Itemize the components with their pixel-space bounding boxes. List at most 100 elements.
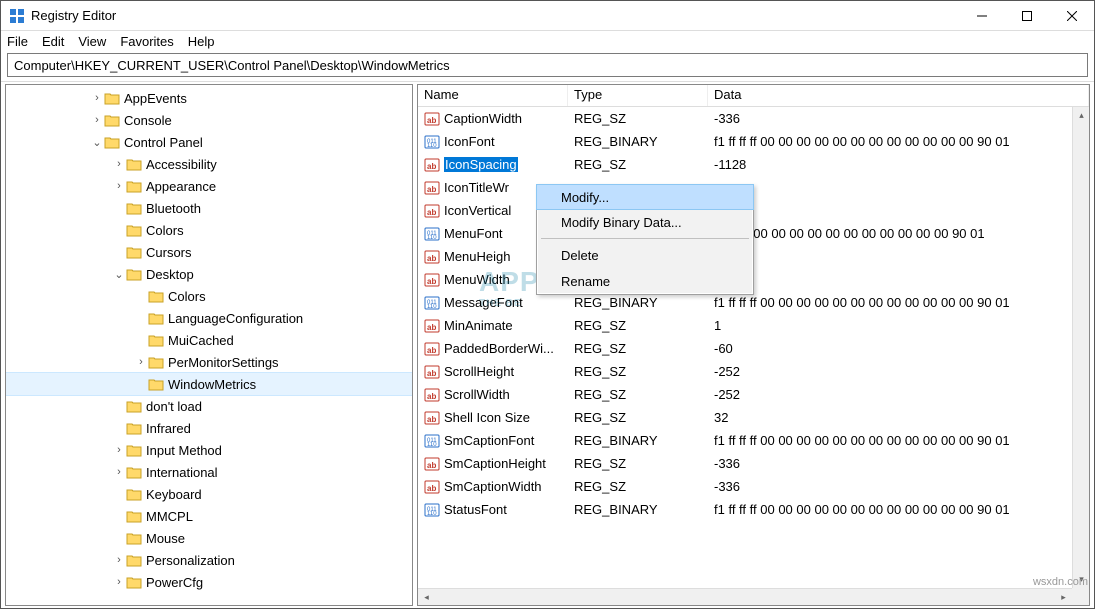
col-header-name[interactable]: Name — [418, 85, 568, 106]
value-data: -60 — [708, 341, 1089, 356]
folder-icon — [126, 399, 142, 413]
menu-view[interactable]: View — [78, 34, 106, 49]
expand-icon[interactable]: › — [112, 576, 126, 588]
svg-text:110: 110 — [427, 511, 437, 517]
binary-value-icon: 011110 — [424, 433, 440, 449]
tree-item-appearance[interactable]: ›Appearance — [6, 175, 412, 197]
tree-item-colors[interactable]: Colors — [6, 285, 412, 307]
value-row[interactable]: abIconSpacingREG_SZ-1128 — [418, 153, 1089, 176]
tree-item-label: Colors — [146, 223, 184, 238]
scroll-up-icon[interactable]: ▴ — [1073, 107, 1090, 124]
menu-edit[interactable]: Edit — [42, 34, 64, 49]
expand-icon[interactable]: › — [112, 180, 126, 192]
menu-file[interactable]: File — [7, 34, 28, 49]
tree-item-cursors[interactable]: Cursors — [6, 241, 412, 263]
ctx-modify-binary-data[interactable]: Modify Binary Data... — [537, 209, 753, 235]
tree-item-control-panel[interactable]: ⌄Control Panel — [6, 131, 412, 153]
value-data: -336 — [708, 456, 1089, 471]
expand-icon[interactable]: › — [134, 356, 148, 368]
tree-item-accessibility[interactable]: ›Accessibility — [6, 153, 412, 175]
tree-item-mouse[interactable]: Mouse — [6, 527, 412, 549]
maximize-button[interactable] — [1004, 1, 1049, 30]
value-row[interactable]: abScrollWidthREG_SZ-252 — [418, 383, 1089, 406]
scroll-corner — [1072, 588, 1089, 605]
expand-icon[interactable]: › — [112, 444, 126, 456]
ctx-modify[interactable]: Modify... — [536, 184, 754, 210]
close-button[interactable] — [1049, 1, 1094, 30]
tree-item-powercfg[interactable]: › PowerCfg — [6, 571, 412, 593]
value-type: REG_SZ — [568, 157, 708, 172]
string-value-icon: ab — [424, 111, 440, 127]
svg-text:ab: ab — [427, 323, 436, 332]
value-row[interactable]: abSmCaptionWidthREG_SZ-336 — [418, 475, 1089, 498]
value-row[interactable]: 011110StatusFontREG_BINARYf1 ff ff ff 00… — [418, 498, 1089, 521]
vertical-scrollbar[interactable]: ▴ ▾ — [1072, 107, 1089, 588]
expand-icon[interactable]: › — [112, 554, 126, 566]
body-split: ›AppEvents›Console⌄Control Panel›Accessi… — [1, 81, 1094, 608]
folder-icon — [126, 509, 142, 523]
value-row[interactable]: abCaptionWidthREG_SZ-336 — [418, 107, 1089, 130]
expand-icon[interactable]: ⌄ — [112, 268, 126, 281]
tree-item-label: LanguageConfiguration — [168, 311, 303, 326]
svg-text:ab: ab — [427, 116, 436, 125]
value-row[interactable]: abMinAnimateREG_SZ1 — [418, 314, 1089, 337]
tree-item-languageconfiguration[interactable]: LanguageConfiguration — [6, 307, 412, 329]
string-value-icon: ab — [424, 387, 440, 403]
list-pane: Name Type Data abCaptionWidthREG_SZ-3360… — [417, 84, 1090, 606]
tree-item-desktop[interactable]: ⌄Desktop — [6, 263, 412, 285]
folder-icon — [148, 289, 164, 303]
value-row[interactable]: abShell Icon SizeREG_SZ32 — [418, 406, 1089, 429]
value-row[interactable]: abScrollHeightREG_SZ-252 — [418, 360, 1089, 383]
tree-item-windowmetrics[interactable]: WindowMetrics — [6, 373, 412, 395]
tree-item-infrared[interactable]: Infrared — [6, 417, 412, 439]
svg-text:ab: ab — [427, 208, 436, 217]
col-header-type[interactable]: Type — [568, 85, 708, 106]
tree-item-label: PowerCfg — [146, 575, 203, 590]
value-row[interactable]: 011110SmCaptionFontREG_BINARYf1 ff ff ff… — [418, 429, 1089, 452]
address-bar[interactable]: Computer\HKEY_CURRENT_USER\Control Panel… — [7, 53, 1088, 77]
tree-item-label: Console — [124, 113, 172, 128]
tree-item-international[interactable]: ›International — [6, 461, 412, 483]
tree-item-label: MuiCached — [168, 333, 234, 348]
tree-item-input-method[interactable]: ›Input Method — [6, 439, 412, 461]
minimize-button[interactable] — [959, 1, 1004, 30]
value-row[interactable]: abSmCaptionHeightREG_SZ-336 — [418, 452, 1089, 475]
binary-value-icon: 011110 — [424, 295, 440, 311]
scroll-right-icon[interactable]: ▸ — [1055, 589, 1072, 606]
tree-item-don-t-load[interactable]: don't load — [6, 395, 412, 417]
string-value-icon: ab — [424, 479, 440, 495]
expand-icon[interactable]: › — [90, 92, 104, 104]
string-value-icon: ab — [424, 364, 440, 380]
scroll-left-icon[interactable]: ◂ — [418, 589, 435, 606]
tree-item-bluetooth[interactable]: Bluetooth — [6, 197, 412, 219]
expand-icon[interactable]: › — [112, 158, 126, 170]
tree-item-permonitorsettings[interactable]: › PerMonitorSettings — [6, 351, 412, 373]
folder-icon — [104, 91, 120, 105]
value-data: f1 ff ff ff 00 00 00 00 00 00 00 00 00 0… — [708, 433, 1089, 448]
tree-item-colors[interactable]: Colors — [6, 219, 412, 241]
expand-icon[interactable]: › — [112, 466, 126, 478]
expand-icon[interactable]: ⌄ — [90, 136, 104, 149]
folder-icon — [126, 223, 142, 237]
ctx-delete[interactable]: Delete — [537, 242, 753, 268]
tree-item-appevents[interactable]: ›AppEvents — [6, 87, 412, 109]
ctx-rename[interactable]: Rename — [537, 268, 753, 294]
tree-item-label: PerMonitorSettings — [168, 355, 279, 370]
string-value-icon: ab — [424, 410, 440, 426]
tree-item-console[interactable]: › Console — [6, 109, 412, 131]
value-row[interactable]: abPaddedBorderWi...REG_SZ-60 — [418, 337, 1089, 360]
tree-item-mmcpl[interactable]: MMCPL — [6, 505, 412, 527]
expand-icon[interactable]: › — [90, 114, 104, 126]
menu-help[interactable]: Help — [188, 34, 215, 49]
col-header-data[interactable]: Data — [708, 85, 1089, 106]
tree-item-personalization[interactable]: › Personalization — [6, 549, 412, 571]
tree-pane[interactable]: ›AppEvents›Console⌄Control Panel›Accessi… — [5, 84, 413, 606]
horizontal-scrollbar[interactable]: ◂ ▸ — [418, 588, 1072, 605]
tree-item-keyboard[interactable]: Keyboard — [6, 483, 412, 505]
menu-favorites[interactable]: Favorites — [120, 34, 173, 49]
value-row[interactable]: 011110IconFontREG_BINARYf1 ff ff ff 00 0… — [418, 130, 1089, 153]
list-rows[interactable]: abCaptionWidthREG_SZ-336011110IconFontRE… — [418, 107, 1089, 605]
value-type: REG_SZ — [568, 341, 708, 356]
tree-item-label: Personalization — [146, 553, 235, 568]
tree-item-muicached[interactable]: MuiCached — [6, 329, 412, 351]
